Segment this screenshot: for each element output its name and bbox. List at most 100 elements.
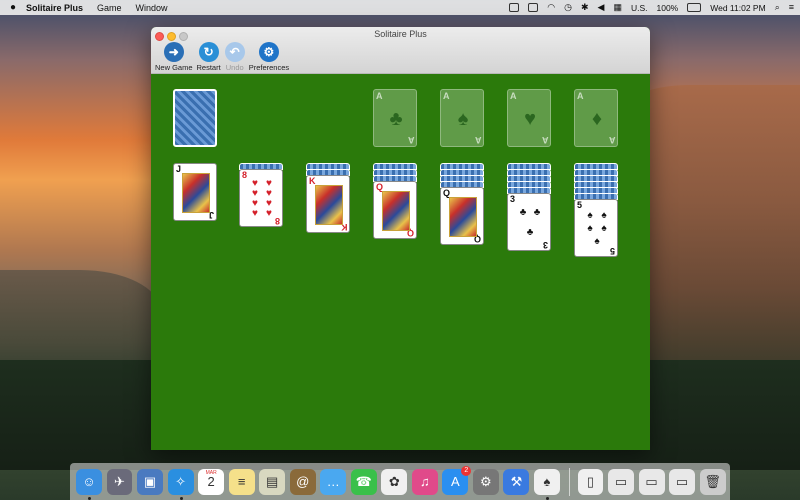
flag-icon[interactable]: ▦ xyxy=(613,0,622,15)
face-card-art xyxy=(182,173,210,213)
facetime-icon: ☎ xyxy=(355,473,372,489)
preferences-button[interactable]: ⚙ Preferences xyxy=(249,42,289,72)
dock-item-app-store[interactable]: A2 xyxy=(442,465,472,495)
new-game-button[interactable]: ➜ New Game xyxy=(155,42,193,72)
dock-item-photos[interactable]: ✿ xyxy=(381,468,408,495)
suit-pip: ♠ xyxy=(601,209,607,221)
face-card-art xyxy=(382,191,410,231)
foundation-suit: ♠ xyxy=(457,108,469,130)
suit-pip: ♣ xyxy=(526,227,534,238)
suit-pip: ♠ xyxy=(594,236,600,248)
notes-icon: ≡ xyxy=(237,474,246,489)
dock-separator xyxy=(568,467,570,496)
battery-percent[interactable]: 100% xyxy=(657,3,679,13)
dock-item-calendar[interactable]: 2 MAR xyxy=(198,468,225,495)
dock-item-system-preferences[interactable]: ⚙ xyxy=(472,468,499,495)
suit-pip: ♥ xyxy=(266,208,272,219)
dock-item-facetime[interactable]: ☎ xyxy=(350,468,377,495)
face-card-art xyxy=(315,185,343,225)
foundation-rank: A xyxy=(443,91,450,101)
menu-game[interactable]: Game xyxy=(97,3,122,13)
solitaire-window: Solitaire Plus ➜ New Game ↻ Restart ↶ Un… xyxy=(151,27,650,450)
running-indicator xyxy=(545,496,549,500)
stack-3-icon: ▭ xyxy=(675,473,689,489)
tableau-card[interactable]: KK xyxy=(306,175,350,233)
arrow-right-icon: ➜ xyxy=(163,42,184,62)
dock-item-stack-1[interactable]: ▭ xyxy=(608,468,634,495)
suit-pip: ♠ xyxy=(601,222,607,234)
restart-button[interactable]: ↻ Restart xyxy=(197,42,221,72)
menu-window[interactable]: Window xyxy=(136,3,168,13)
spotlight-icon[interactable]: ⌕ xyxy=(775,0,780,15)
foundation-pile[interactable]: A ♥ A xyxy=(507,89,551,147)
photo-icon: ▣ xyxy=(143,473,157,489)
wallpaper-cliff xyxy=(630,85,800,375)
dock-item-stack-2[interactable]: ▭ xyxy=(638,468,665,495)
undo-button[interactable]: ↶ Undo xyxy=(224,42,245,72)
title-bar: Solitaire Plus ➜ New Game ↻ Restart ↶ Un… xyxy=(151,27,650,74)
tableau-card[interactable]: 8 8 ♥ ♥ ♥ ♥ ♥ ♥ ♥ ♥ xyxy=(239,169,283,227)
face-card-art xyxy=(449,197,477,237)
stock-pile[interactable] xyxy=(173,89,217,147)
foundation-pile[interactable]: A ♦ A xyxy=(574,89,618,147)
restart-icon: ↻ xyxy=(198,42,219,62)
suit-pip: ♣ xyxy=(519,207,527,218)
tableau-card[interactable]: JJ xyxy=(173,163,217,221)
dock-item-trash[interactable]: 🗑 xyxy=(699,468,726,495)
foundation-pile[interactable]: A ♣ A xyxy=(373,89,417,147)
dock-item-stack-3[interactable]: ▭ xyxy=(669,468,696,495)
notification-center-icon[interactable]: ≡ xyxy=(789,0,794,15)
foundation-suit: ♥ xyxy=(524,108,536,130)
dock-item-contacts[interactable]: @ xyxy=(289,468,316,495)
input-source[interactable]: U.S. xyxy=(631,3,648,13)
notification-badge: 2 xyxy=(461,465,472,476)
status-area: ◠ ◷ ✱ ◀ ▦ U.S. 100% Wed 11:02 PM ⌕ ≡ xyxy=(509,0,794,15)
tableau-card[interactable]: QQ xyxy=(373,181,417,239)
stack-2-icon: ▭ xyxy=(645,473,658,489)
card-pips: ♥ ♥ ♥ ♥ ♥ ♥ ♥ ♥ xyxy=(248,179,276,219)
tableau-card[interactable]: 3 3 ♣ ♣ ♣ xyxy=(507,193,551,251)
system-preferences-icon: ⚙ xyxy=(480,473,492,489)
dock-item-solitaire-plus[interactable]: ♠ xyxy=(533,468,560,500)
dock-item-launchpad[interactable]: ✈ xyxy=(106,468,133,495)
app-store-icon: A xyxy=(451,474,460,489)
foundation-pile[interactable]: A ♠ A xyxy=(440,89,484,147)
apple-menu-icon[interactable]: ● xyxy=(0,2,26,13)
foundation-rank: A xyxy=(577,91,584,101)
dock-item-xcode[interactable]: ⚒ xyxy=(503,468,530,495)
time-machine-icon[interactable]: ◷ xyxy=(564,0,572,15)
dock-item-messages[interactable]: … xyxy=(320,468,347,495)
calendar-month-label: MAR xyxy=(205,469,217,476)
gear-icon: ⚙ xyxy=(258,42,279,62)
tableau-card[interactable]: 5 5 ♠ ♠ ♠ ♠ ♠ xyxy=(574,199,618,257)
tableau-card[interactable]: QQ xyxy=(440,187,484,245)
wifi-icon[interactable]: ◠ xyxy=(547,0,555,15)
bluetooth-icon[interactable]: ✱ xyxy=(581,0,589,15)
battery-icon[interactable] xyxy=(687,3,702,12)
suit-pip: ♠ xyxy=(587,222,593,234)
dock-item-preview[interactable]: ▤ xyxy=(259,468,286,495)
dock: ☺ ✈ ▣ ✧ 2 MAR ≡ ▤ @… ☎ ✿ ♫ A 2 ⚙ ⚒ ♠ ▯ ▭ ▭ ▭ 🗑 xyxy=(70,463,730,500)
menu-bar: ● Solitaire Plus Game Window ◠ ◷ ✱ ◀ ▦ U… xyxy=(0,0,800,15)
running-indicator xyxy=(179,496,183,500)
card-rank: J xyxy=(176,164,182,174)
dock-item-itunes[interactable]: ♫ xyxy=(411,468,438,495)
dock-item-photo[interactable]: ▣ xyxy=(137,468,163,495)
display-icon[interactable] xyxy=(528,3,539,12)
itunes-icon: ♫ xyxy=(419,474,430,489)
screen-share-icon[interactable] xyxy=(509,3,520,12)
suit-pip: ♥ xyxy=(252,208,258,219)
card-pips: ♣ ♣ ♣ xyxy=(516,203,544,243)
dock-item-notes[interactable]: ≡ xyxy=(228,468,255,495)
foundation-suit: ♣ xyxy=(389,108,403,130)
suit-pip: ♣ xyxy=(533,207,541,218)
menu-app-name[interactable]: Solitaire Plus xyxy=(26,3,83,13)
dock-item-document[interactable]: ▯ xyxy=(577,468,604,495)
foundation-rank: A xyxy=(608,135,616,145)
xcode-icon: ⚒ xyxy=(510,473,523,489)
dock-item-safari[interactable]: ✧ xyxy=(167,468,194,500)
dock-item-finder[interactable]: ☺ xyxy=(76,468,102,500)
clock[interactable]: Wed 11:02 PM xyxy=(710,3,765,13)
volume-icon[interactable]: ◀ xyxy=(598,0,605,15)
finder-icon: ☺ xyxy=(82,474,96,489)
